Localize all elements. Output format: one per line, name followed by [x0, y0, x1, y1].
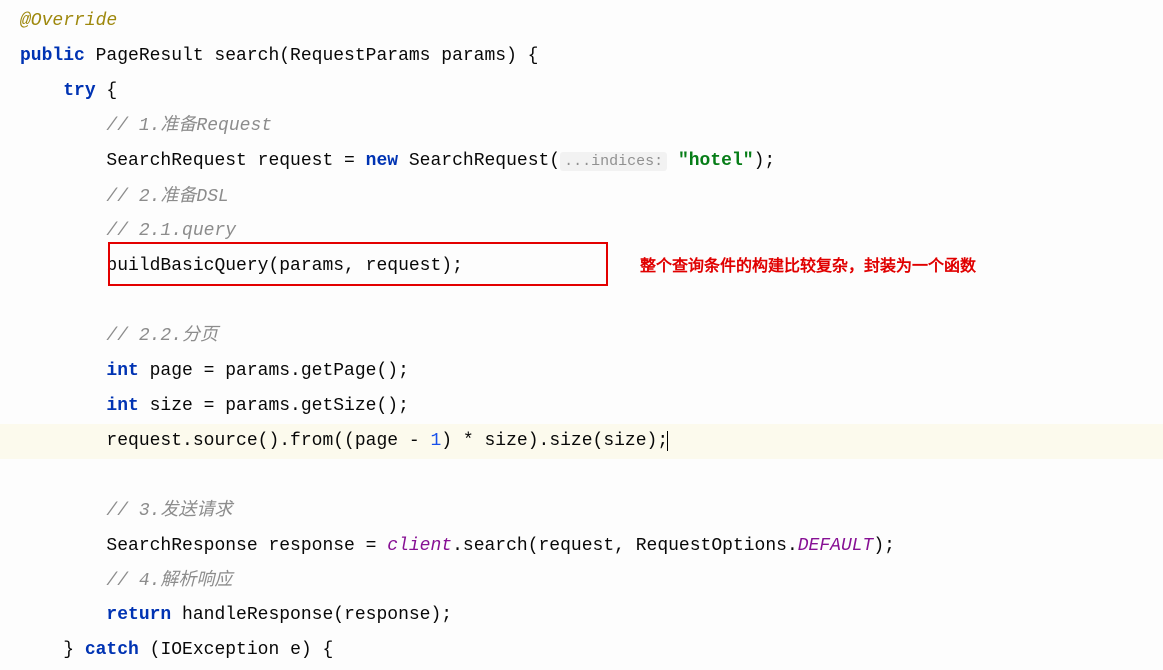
code-text: SearchRequest(: [398, 151, 560, 171]
comment: // 4.解析响应: [106, 571, 232, 591]
keyword-int: int: [106, 396, 138, 416]
current-line: request.source().from((page - 1) * size)…: [0, 424, 1163, 459]
code-text: PageResult search(RequestParams params) …: [85, 46, 539, 66]
text-caret: [667, 431, 668, 451]
code-text: );: [873, 536, 895, 556]
code-text: );: [754, 151, 776, 171]
annotation-override: @Override: [20, 11, 117, 31]
comment: // 3.发送请求: [106, 501, 232, 521]
number-literal: 1: [430, 431, 441, 451]
code-text: }: [63, 640, 85, 660]
code-text: request.source().from((page -: [106, 431, 430, 451]
field-ref: client: [387, 536, 452, 556]
comment: // 2.准备DSL: [106, 187, 228, 207]
code-text: handleResponse(response);: [171, 605, 452, 625]
code-editor[interactable]: @Override public PageResult search(Reque…: [0, 0, 1163, 668]
annotation-note: 整个查询条件的构建比较复杂，封装为一个函数: [640, 250, 976, 285]
keyword-catch: catch: [85, 640, 139, 660]
keyword-public: public: [20, 46, 85, 66]
comment: // 2.2.分页: [106, 326, 218, 346]
code-text: SearchResponse response =: [106, 536, 387, 556]
comment: // 1.准备Request: [106, 116, 272, 136]
keyword-try: try: [63, 81, 95, 101]
string-literal: "hotel": [678, 151, 754, 171]
code-text: (IOException e) {: [139, 640, 333, 660]
keyword-int: int: [106, 361, 138, 381]
code-text: SearchRequest request =: [106, 151, 365, 171]
param-hint: ...indices:: [560, 152, 667, 171]
code-text: page = params.getPage();: [139, 361, 409, 381]
code-text: ) * size).size(size);: [441, 431, 668, 451]
code-text: size = params.getSize();: [139, 396, 409, 416]
keyword-new: new: [366, 151, 398, 171]
keyword-return: return: [106, 605, 171, 625]
code-text: {: [96, 81, 118, 101]
code-text: .search(request, RequestOptions.: [452, 536, 798, 556]
code-text: buildBasicQuery(params, request);: [106, 256, 462, 276]
comment: // 2.1.query: [106, 221, 236, 241]
constant-ref: DEFAULT: [798, 536, 874, 556]
